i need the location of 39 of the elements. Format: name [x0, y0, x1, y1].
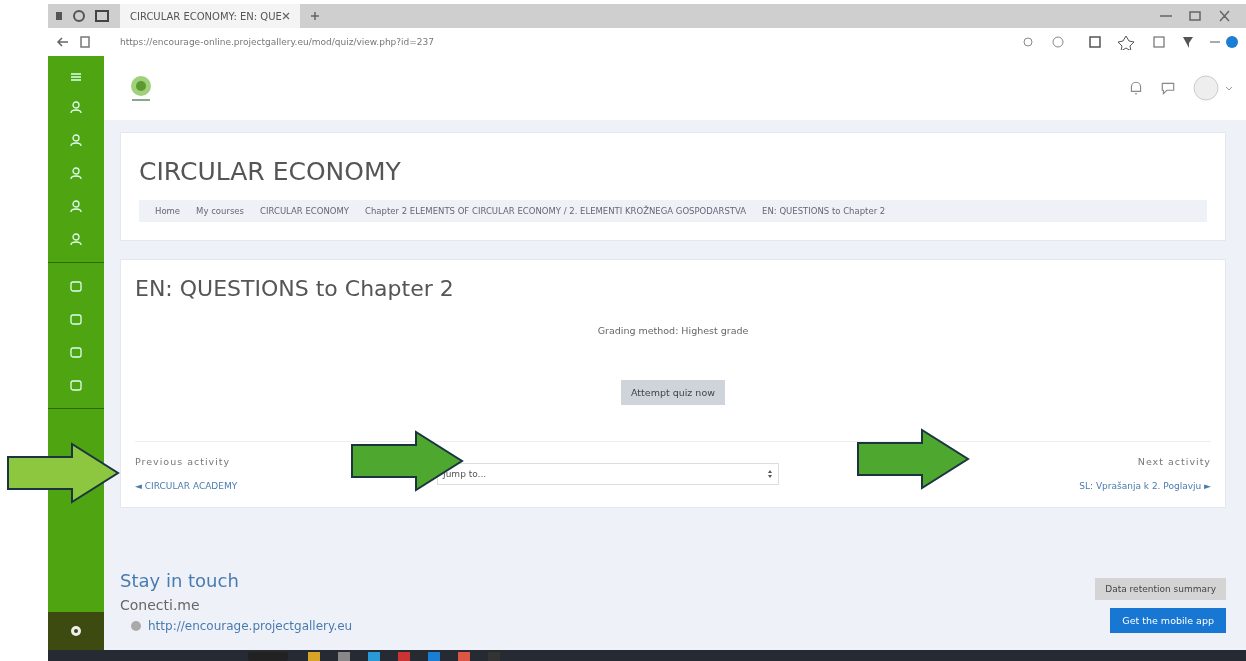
- bell-icon[interactable]: [1128, 80, 1144, 96]
- sidebar-nav-icon[interactable]: [69, 199, 83, 213]
- grading-method: Grading method: Highest grade: [596, 325, 750, 336]
- globe-icon: [130, 620, 142, 632]
- avatar-icon[interactable]: [1192, 73, 1232, 103]
- address-bar[interactable]: https://encourage-online.projectgallery.eu/mod/quiz/view.php?id=237: [100, 37, 1010, 47]
- sidebar-nav-icon[interactable]: [69, 345, 83, 359]
- sidebar-nav-icon[interactable]: [69, 232, 83, 246]
- sidebar-nav-icon[interactable]: [69, 312, 83, 326]
- plus-icon[interactable]: [310, 11, 320, 21]
- mobile-app-button[interactable]: Get the mobile app: [1110, 608, 1226, 633]
- next-activity-label: Next activity: [1137, 456, 1211, 467]
- next-activity-link[interactable]: SL: Vprašanja k 2. Poglavju ►: [1079, 481, 1211, 491]
- close-icon[interactable]: [282, 12, 290, 20]
- sidebar-nav-icon[interactable]: [69, 100, 83, 114]
- settings-icon[interactable]: [69, 624, 83, 638]
- attempt-quiz-button[interactable]: Attempt quiz now: [621, 380, 725, 405]
- sort-arrows-icon: [767, 468, 773, 479]
- browser-tab[interactable]: CIRCULAR ECONOMY: EN: QUE: [120, 4, 300, 28]
- previous-activity-label: Previous activity: [135, 456, 232, 467]
- menu-icon[interactable]: [69, 70, 83, 84]
- chat-icon[interactable]: [1160, 80, 1176, 96]
- footer-name: Conecti.me: [120, 597, 201, 613]
- breadcrumb-link[interactable]: Home: [149, 206, 187, 216]
- breadcrumb-link[interactable]: My courses: [190, 206, 251, 216]
- course-title: CIRCULAR ECONOMY: [139, 157, 402, 186]
- breadcrumb-link[interactable]: CIRCULAR ECONOMY: [254, 206, 356, 216]
- breadcrumb-link[interactable]: EN: QUESTIONS to Chapter 2: [756, 206, 892, 216]
- sidebar-nav-icon[interactable]: [69, 279, 83, 293]
- sidebar-nav-icon[interactable]: [69, 133, 83, 147]
- website-link[interactable]: http://encourage.projectgallery.eu: [148, 619, 353, 633]
- footer-heading: Stay in touch: [120, 570, 240, 591]
- data-retention-button[interactable]: Data retention summary: [1095, 578, 1226, 600]
- breadcrumb-link[interactable]: Chapter 2 ELEMENTS OF CIRCULAR ECONOMY / 2. ELEMENTI KROŽNEGA GOSPODARSTVA: [359, 206, 753, 216]
- quiz-title: EN: QUESTIONS to Chapter 2: [135, 276, 455, 301]
- back-icon[interactable]: [56, 35, 70, 49]
- sidebar-nav-icon[interactable]: [69, 378, 83, 392]
- previous-activity-link[interactable]: ◄ CIRCULAR ACADEMY: [135, 481, 375, 491]
- sidebar-nav-icon[interactable]: [69, 166, 83, 180]
